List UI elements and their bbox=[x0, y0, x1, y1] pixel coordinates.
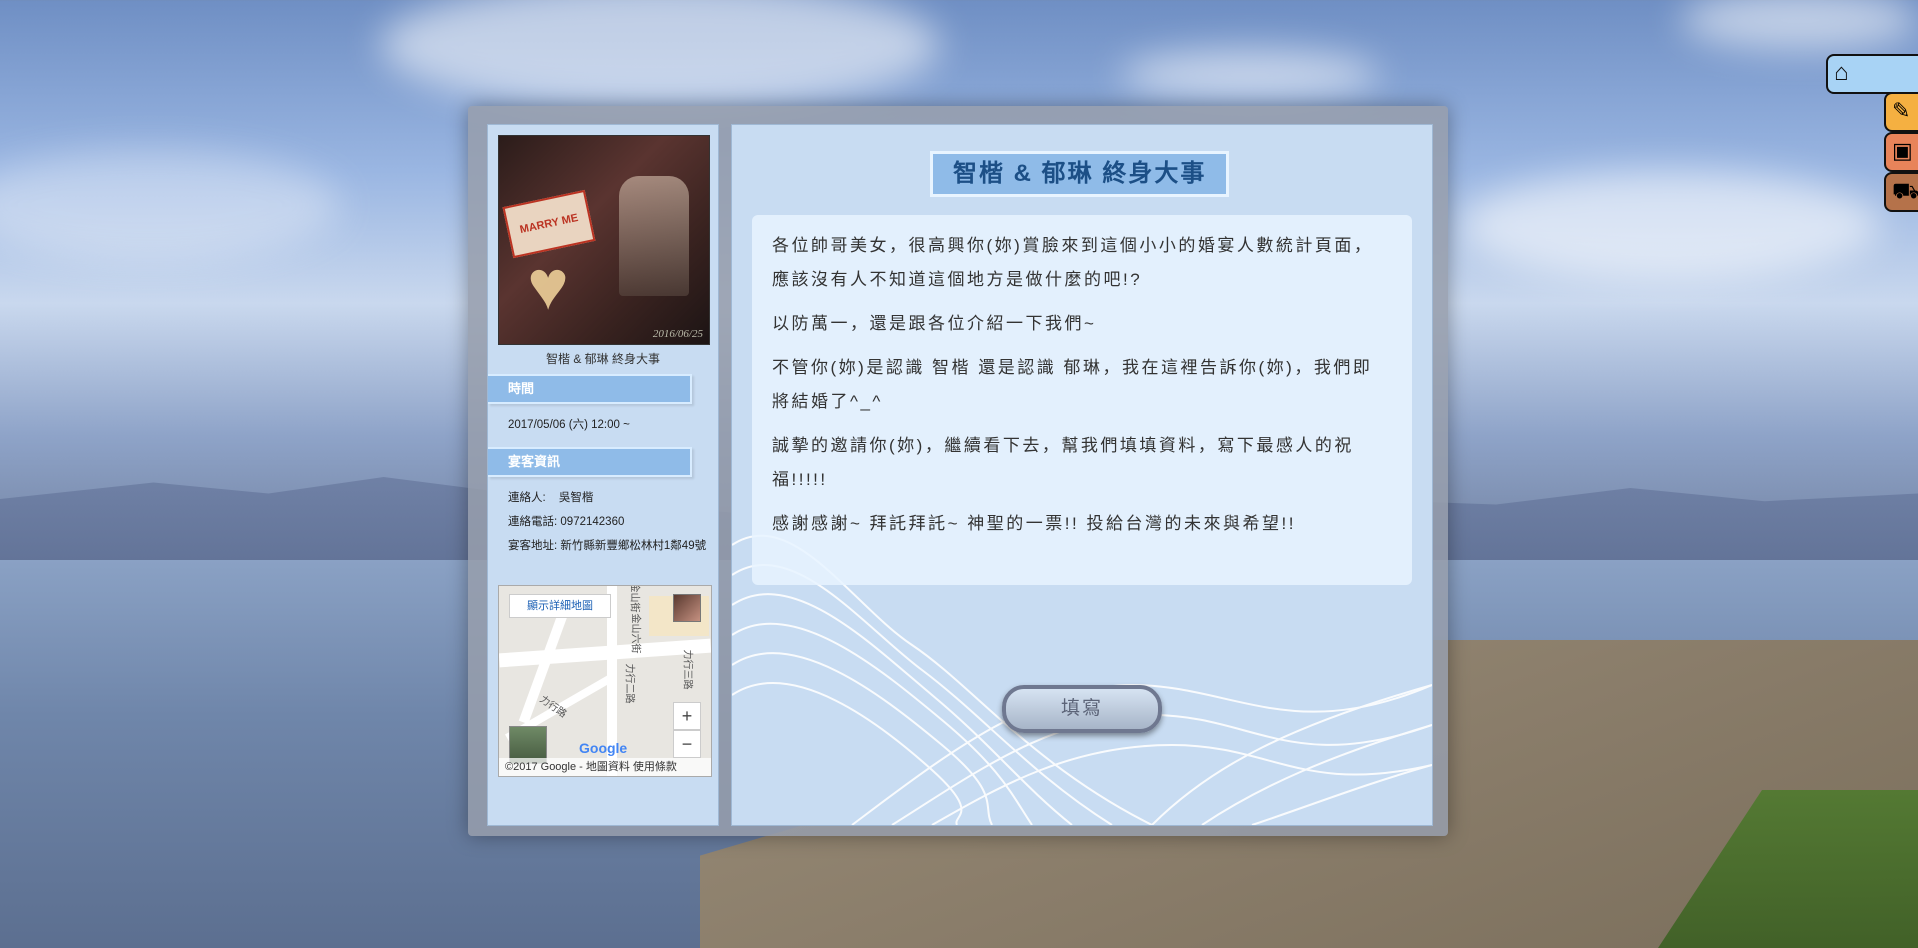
contact-name: 吳智楷 bbox=[558, 492, 594, 504]
home-icon: ⌂ bbox=[1834, 59, 1849, 86]
heart-icon: ♥ bbox=[527, 246, 569, 324]
map-footer: ©2017 Google - 地圖資料 使用條款 bbox=[499, 758, 711, 776]
image-icon: ▣ bbox=[1892, 138, 1913, 163]
phone-label: 連絡電話: bbox=[508, 516, 558, 528]
map-label: 力行二路 bbox=[623, 663, 635, 704]
phone-row: 連絡電話: 0972142360 bbox=[508, 514, 708, 530]
address-value: 新竹縣新豐鄉松林村1鄰49號 bbox=[560, 540, 707, 552]
guest-info-heading: 宴客資訊 bbox=[488, 447, 692, 477]
time-value: 2017/05/06 (六) 12:00 ~ bbox=[508, 419, 630, 431]
intro-paragraph: 不管你(妳)是認識 智楷 還是認識 郁琳，我在這裡告訴你(妳)，我們即將結婚了^… bbox=[772, 358, 1373, 411]
main-panel: 智楷 & 郁琳 終身大事 各位帥哥美女，很高興你(妳)賞臉來到這個小小的婚宴人數… bbox=[731, 124, 1433, 826]
pencil-button[interactable]: ✎ bbox=[1884, 92, 1918, 132]
map-label: 力行三路 bbox=[681, 649, 693, 690]
photo-caption: 智楷 & 郁琳 終身大事 bbox=[545, 352, 660, 366]
fill-in-button[interactable]: 填寫 bbox=[1002, 685, 1162, 733]
map-place-thumbnail[interactable] bbox=[673, 594, 701, 622]
sidebar: MARRY ME ♥ 2016/06/25 智楷 & 郁琳 終身大事 時間 20… bbox=[487, 124, 719, 826]
zoom-out-button[interactable]: − bbox=[673, 730, 701, 758]
address-label: 宴客地址: bbox=[508, 540, 558, 552]
home-button[interactable]: ⌂ bbox=[1826, 54, 1918, 94]
intro-paragraph: 以防萬一，還是跟各位介紹一下我們~ bbox=[772, 314, 1097, 333]
car-icon: ⛟ bbox=[1892, 178, 1918, 203]
couple-photo: MARRY ME ♥ 2016/06/25 bbox=[498, 135, 710, 345]
contact-label: 連絡人: bbox=[508, 492, 546, 504]
google-logo: Google bbox=[579, 740, 628, 756]
image-button[interactable]: ▣ bbox=[1884, 132, 1918, 172]
phone-value: 0972142360 bbox=[560, 516, 625, 528]
map-detail-button[interactable]: 顯示詳細地圖 bbox=[509, 594, 611, 618]
map-label: 金山街 bbox=[628, 585, 640, 613]
pencil-icon: ✎ bbox=[1892, 98, 1911, 123]
intro-card: 各位帥哥美女，很高興你(妳)賞臉來到這個小小的婚宴人數統計頁面，應該沒有人不知道… bbox=[752, 215, 1412, 585]
car-button[interactable]: ⛟ bbox=[1884, 172, 1918, 212]
time-heading: 時間 bbox=[488, 374, 692, 404]
location-map[interactable]: 金山街 金山六街 力行二路 力行路 力行三路 顯示詳細地圖 + − Google… bbox=[498, 585, 712, 777]
intro-paragraph: 誠摯的邀請你(妳)，繼續看下去，幫我們填填資料，寫下最感人的祝福!!!!! bbox=[772, 436, 1354, 489]
page-title: 智楷 & 郁琳 終身大事 bbox=[930, 151, 1230, 197]
address-row: 宴客地址: 新竹縣新豐鄉松林村1鄰49號 bbox=[508, 538, 708, 554]
photo-date: 2016/06/25 bbox=[652, 328, 703, 340]
intro-paragraph: 各位帥哥美女，很高興你(妳)賞臉來到這個小小的婚宴人數統計頁面，應該沒有人不知道… bbox=[772, 236, 1374, 289]
contact-row: 連絡人: 吳智楷 bbox=[508, 490, 708, 506]
map-label: 金山六街 bbox=[629, 613, 641, 654]
intro-paragraph: 感謝感謝~ 拜託拜託~ 神聖的一票!! 投給台灣的未來與希望!! bbox=[772, 514, 1296, 533]
zoom-in-button[interactable]: + bbox=[673, 702, 701, 730]
